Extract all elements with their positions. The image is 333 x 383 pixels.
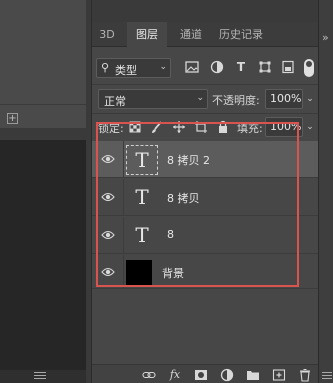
tab-layers[interactable]: 图层: [127, 22, 167, 47]
left-panel-top: [0, 0, 86, 128]
chevron-down-icon[interactable]: ⌄: [304, 89, 316, 109]
canvas-dark-area: [0, 140, 86, 370]
chevron-down-icon: ⌄: [196, 93, 204, 103]
panel-tabs: 3D 图层 通道 历史记录: [92, 22, 319, 47]
group-icon[interactable]: [246, 368, 260, 382]
trash-icon[interactable]: [298, 368, 312, 382]
opacity-input[interactable]: 100%: [265, 89, 303, 109]
opacity-label: 不透明度:: [212, 94, 260, 107]
blend-mode-select[interactable]: 正常 ⌄: [98, 89, 208, 109]
search-icon: ⚲: [101, 61, 110, 74]
collapse-arrow-icon[interactable]: »: [322, 31, 329, 44]
highlight-box: [96, 122, 299, 287]
filter-toggle[interactable]: [304, 59, 314, 77]
blend-mode-value: 正常: [104, 95, 126, 108]
add-icon[interactable]: +: [7, 113, 18, 124]
blend-row: 正常 ⌄ 不透明度: 100% ⌄: [92, 88, 319, 110]
collapsed-dock: »: [318, 0, 333, 383]
layers-bottom-toolbar: fx: [92, 364, 319, 383]
divider: [92, 113, 319, 114]
tab-history[interactable]: 历史记录: [213, 22, 269, 47]
panel-top-bar: [92, 0, 319, 22]
type-filter-icon[interactable]: T: [234, 60, 248, 74]
filter-kind-label: 类型: [115, 64, 137, 77]
menu-icon[interactable]: [34, 372, 46, 380]
shape-filter-icon[interactable]: [258, 60, 272, 74]
new-layer-icon[interactable]: [272, 368, 286, 382]
image-filter-icon[interactable]: [185, 60, 199, 74]
filter-row: ⚲ 类型 ⌄ T: [92, 57, 319, 79]
adjustment-filter-icon[interactable]: [210, 60, 224, 74]
smart-object-filter-icon[interactable]: [281, 60, 295, 74]
menu-icon[interactable]: [322, 372, 332, 381]
chevron-down-icon: ⌄: [159, 62, 167, 72]
filter-kind-select[interactable]: ⚲ 类型 ⌄: [96, 58, 171, 78]
tab-3d[interactable]: 3D: [94, 22, 120, 47]
tab-channels[interactable]: 通道: [174, 22, 208, 47]
canvas-area: +: [0, 0, 86, 383]
mask-icon[interactable]: [194, 368, 208, 382]
link-icon[interactable]: [142, 368, 156, 382]
adjustment-icon[interactable]: [220, 368, 234, 382]
fx-icon[interactable]: fx: [168, 368, 182, 382]
divider: [92, 84, 319, 85]
chevron-down-icon[interactable]: ⌄: [304, 117, 316, 137]
left-panel-gap: [0, 128, 86, 140]
divider: [0, 104, 86, 105]
